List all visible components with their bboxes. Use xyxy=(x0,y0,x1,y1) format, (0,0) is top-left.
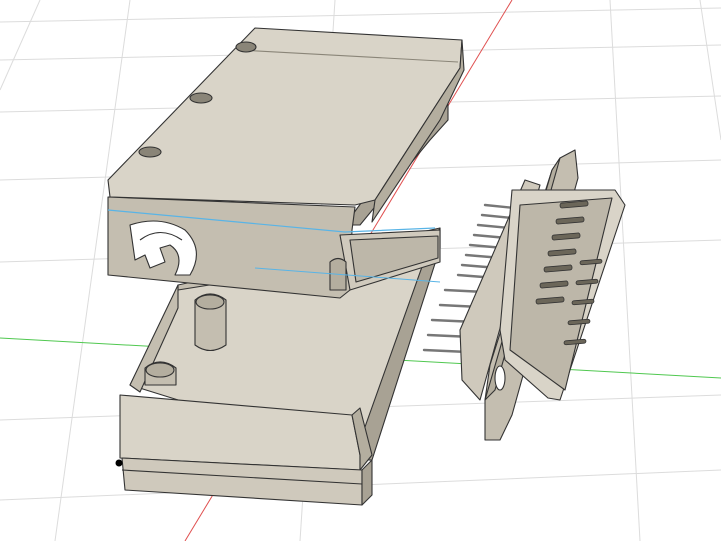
cad-3d-viewport[interactable] xyxy=(0,0,721,541)
top-lid[interactable] xyxy=(107,27,465,299)
lid-hole-1 xyxy=(235,41,257,53)
flange-hole xyxy=(494,365,506,391)
vertex-marker xyxy=(115,459,123,467)
model-scene xyxy=(0,0,721,541)
lid-hole-2 xyxy=(189,92,213,104)
db-connector[interactable] xyxy=(422,149,626,441)
lid-hole-3 xyxy=(138,146,162,158)
